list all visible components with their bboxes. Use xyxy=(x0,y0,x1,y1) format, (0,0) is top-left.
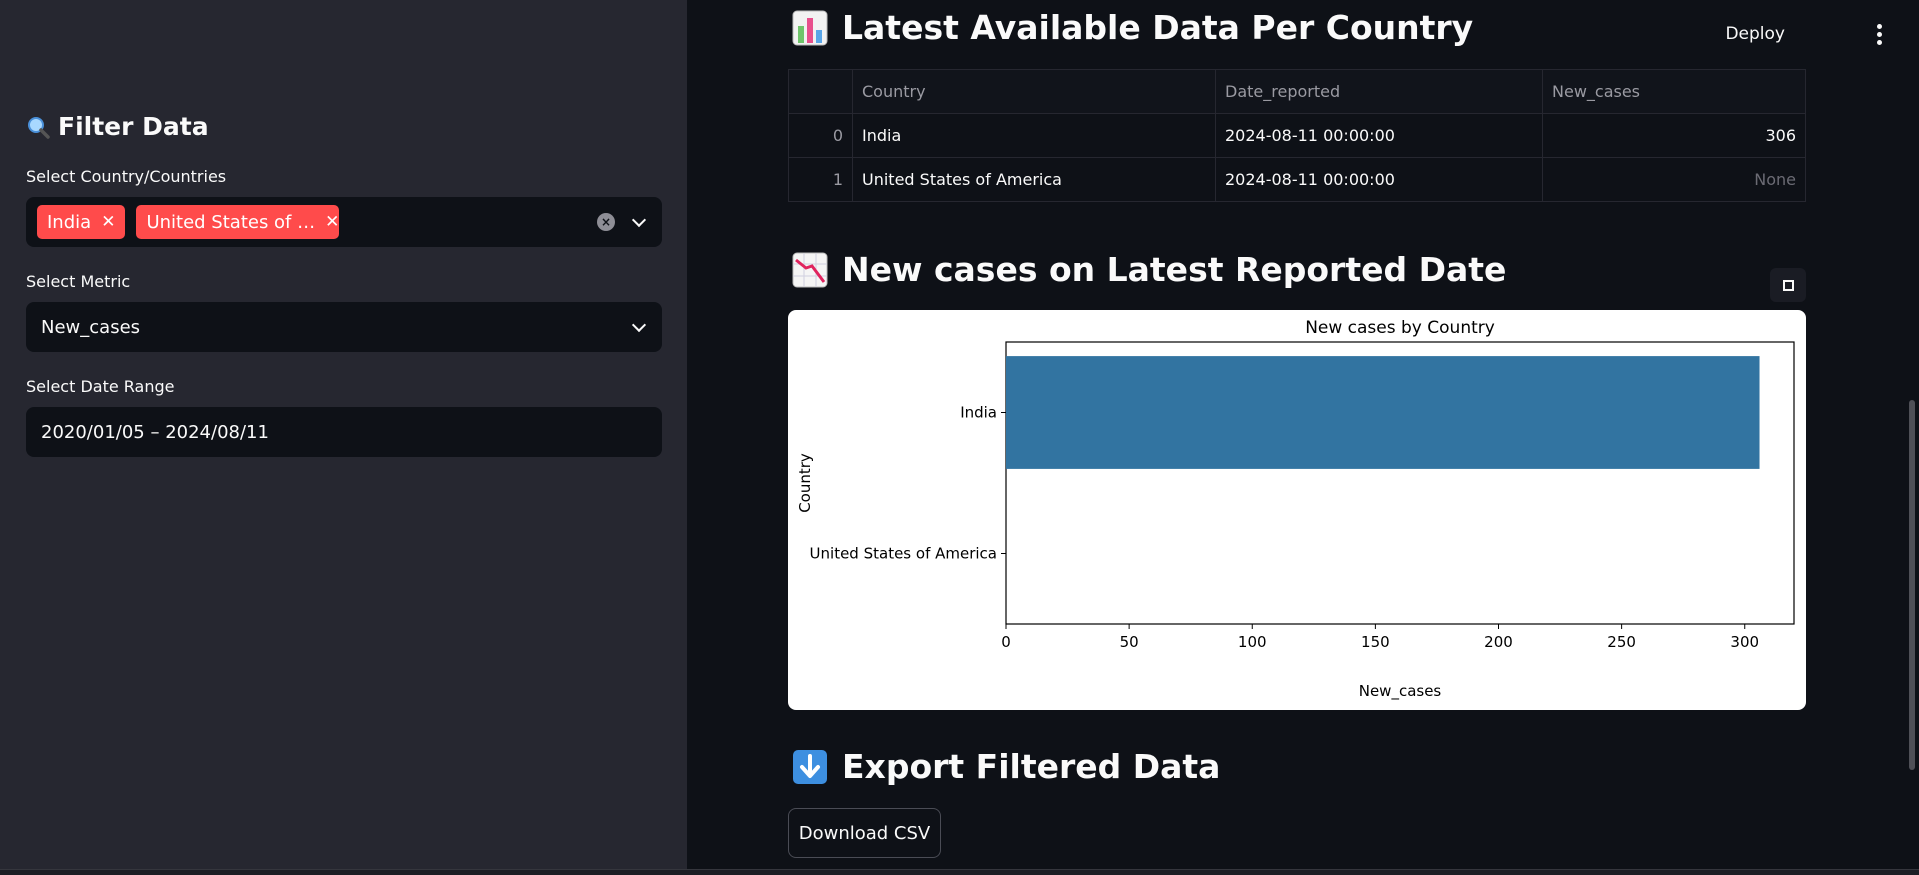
country-tag-label: United States of … xyxy=(146,211,316,233)
country-select-label: Select Country/Countries xyxy=(26,167,227,186)
x-tick-label: 100 xyxy=(1238,633,1267,651)
table-row: 1 United States of America 2024-08-11 00… xyxy=(788,157,1806,202)
table-header-cell: Date_reported xyxy=(1215,69,1543,114)
latest-data-heading: Latest Available Data Per Country xyxy=(792,8,1473,47)
chart-title: New cases by Country xyxy=(1305,318,1495,338)
x-tick-label: 300 xyxy=(1730,633,1759,651)
table-cell: 2024-08-11 00:00:00 xyxy=(1215,113,1543,158)
metric-select-label: Select Metric xyxy=(26,272,131,291)
chart-heading-text: New cases on Latest Reported Date xyxy=(842,250,1507,289)
table-header-cell: Country xyxy=(852,69,1216,114)
chart-card: New cases by Country India United States … xyxy=(788,310,1806,710)
deploy-button[interactable]: Deploy xyxy=(1725,24,1785,44)
chart-y-label: Country xyxy=(796,453,814,513)
x-tick-label: 250 xyxy=(1607,633,1636,651)
x-tick-label: 50 xyxy=(1120,633,1139,651)
country-tag-usa[interactable]: United States of … ✕ xyxy=(136,205,340,239)
table-header-cell xyxy=(788,69,853,114)
table-cell: India xyxy=(852,113,1216,158)
metric-select-value: New_cases xyxy=(41,316,141,338)
bar-chart: New cases by Country India United States … xyxy=(796,318,1795,701)
latest-data-heading-text: Latest Available Data Per Country xyxy=(842,8,1474,47)
expand-icon xyxy=(1782,279,1794,291)
metric-select[interactable]: New_cases xyxy=(26,302,662,352)
date-range-input[interactable]: 2020/01/05 – 2024/08/11 xyxy=(26,407,662,457)
table-cell: None xyxy=(1542,157,1806,202)
latest-data-table: Country Date_reported New_cases 0 India … xyxy=(788,69,1806,202)
remove-tag-icon[interactable]: ✕ xyxy=(325,212,339,232)
table-cell-index: 1 xyxy=(788,157,853,202)
export-heading: Export Filtered Data xyxy=(792,747,1220,786)
x-tick-label: 200 xyxy=(1484,633,1513,651)
chart-heading: New cases on Latest Reported Date xyxy=(792,250,1506,289)
y-tick-label: United States of America xyxy=(810,545,997,563)
x-tick-label: 0 xyxy=(1001,633,1011,651)
table-cell-index: 0 xyxy=(788,113,853,158)
fullscreen-expand-button[interactable] xyxy=(1770,268,1806,302)
sidebar-title-text: Filter Data xyxy=(58,112,209,141)
sidebar-title: Filter Data xyxy=(26,112,209,141)
table-header-cell: New_cases xyxy=(1542,69,1806,114)
date-range-label: Select Date Range xyxy=(26,377,175,396)
x-tick-label: 150 xyxy=(1361,633,1390,651)
remove-tag-icon[interactable]: ✕ xyxy=(101,212,115,232)
clear-all-icon[interactable]: × xyxy=(597,213,615,231)
download-csv-button[interactable]: Download CSV xyxy=(788,808,941,858)
table-cell: United States of America xyxy=(852,157,1216,202)
chart-x-label: New_cases xyxy=(1359,682,1442,701)
chart-decreasing-icon xyxy=(792,252,828,287)
table-cell: 2024-08-11 00:00:00 xyxy=(1215,157,1543,202)
chevron-down-icon[interactable] xyxy=(631,212,647,228)
scrollbar[interactable] xyxy=(1909,400,1915,770)
main-content: Deploy Latest Available Data Per Country… xyxy=(687,0,1919,875)
table-header-row: Country Date_reported New_cases xyxy=(788,69,1806,114)
sidebar: Filter Data Select Country/Countries Ind… xyxy=(0,0,687,875)
bottom-bar xyxy=(0,869,1919,875)
magnifier-icon xyxy=(28,116,50,139)
table-row: 0 India 2024-08-11 00:00:00 306 xyxy=(788,113,1806,158)
export-heading-text: Export Filtered Data xyxy=(842,747,1221,786)
down-arrow-icon xyxy=(793,749,827,784)
y-tick-label: India xyxy=(960,404,997,422)
bar-india xyxy=(1006,356,1760,469)
kebab-menu-icon[interactable] xyxy=(1877,24,1883,46)
table-cell: 306 xyxy=(1542,113,1806,158)
date-range-value: 2020/01/05 – 2024/08/11 xyxy=(41,421,269,443)
country-tag-india[interactable]: India ✕ xyxy=(37,205,126,239)
bar-chart-icon xyxy=(792,10,828,45)
country-multiselect[interactable]: India ✕ United States of … ✕ × xyxy=(26,197,662,247)
country-tag-label: India xyxy=(47,211,92,233)
chevron-down-icon[interactable] xyxy=(631,317,647,333)
